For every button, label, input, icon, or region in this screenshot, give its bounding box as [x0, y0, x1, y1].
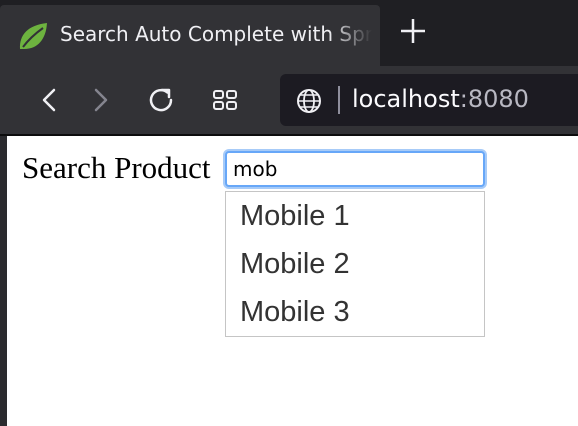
- url-port: :8080: [459, 85, 529, 113]
- reload-icon[interactable]: [145, 84, 177, 116]
- suggestion-item[interactable]: Mobile 2: [240, 242, 480, 286]
- address-bar[interactable]: localhost:8080: [280, 74, 578, 126]
- chevron-right-icon[interactable]: [85, 84, 117, 116]
- suggestion-item[interactable]: Mobile 3: [240, 290, 480, 334]
- suggestion-item[interactable]: Mobile 1: [240, 194, 480, 238]
- grid-icon[interactable]: [209, 84, 241, 116]
- globe-icon: [297, 89, 321, 113]
- tab-title: Search Auto Complete with Spring Boot: [60, 22, 372, 46]
- browser-tab[interactable]: Search Auto Complete with Spring Boot: [0, 5, 380, 66]
- chrome-divider: [0, 134, 578, 136]
- plus-icon[interactable]: [397, 15, 429, 47]
- spring-leaf-icon: [19, 23, 47, 49]
- autocomplete-dropdown: Mobile 1 Mobile 2 Mobile 3: [225, 191, 485, 337]
- navigation-toolbar: localhost:8080: [0, 66, 578, 134]
- url-text: localhost:8080: [352, 85, 529, 113]
- search-product-label: Search Product: [22, 150, 211, 185]
- url-host: localhost: [352, 85, 460, 113]
- tab-bar: Search Auto Complete with Spring Boot: [0, 0, 578, 66]
- window-edge: [0, 136, 7, 426]
- search-input[interactable]: [225, 151, 485, 187]
- chevron-left-icon[interactable]: [33, 84, 65, 116]
- url-separator: [338, 86, 340, 114]
